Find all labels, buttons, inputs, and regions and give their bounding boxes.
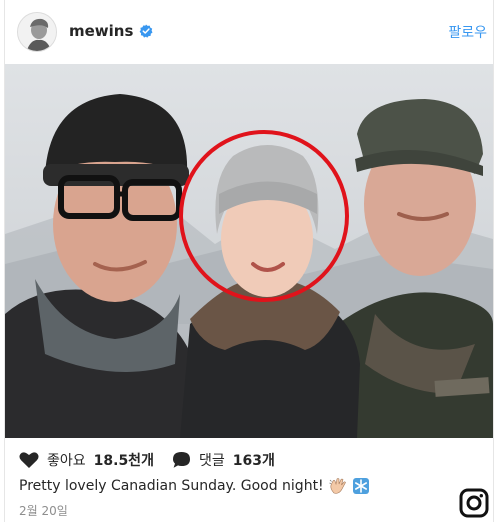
post-caption: Pretty lovely Canadian Sunday. Good nigh… bbox=[19, 477, 370, 495]
likes-count: 18.5천개 bbox=[93, 453, 154, 469]
username[interactable]: mewins bbox=[69, 22, 133, 40]
post-photo[interactable] bbox=[5, 64, 493, 438]
avatar-image bbox=[18, 13, 56, 51]
instagram-logo-icon[interactable] bbox=[459, 488, 489, 518]
like-stat[interactable]: 좋아요 18.5천개 bbox=[19, 450, 154, 470]
comments-label: 댓글 bbox=[198, 453, 225, 469]
follow-button[interactable]: 팔로우 bbox=[448, 22, 487, 42]
comment-stat[interactable]: 댓글 163개 bbox=[172, 450, 275, 470]
verified-badge-icon bbox=[140, 24, 153, 38]
waving-hand-icon bbox=[329, 478, 346, 494]
post-header: mewins 팔로우 bbox=[5, 0, 493, 64]
post-date: 2월 20일 bbox=[19, 504, 68, 518]
heart-icon[interactable] bbox=[19, 451, 39, 469]
avatar[interactable] bbox=[17, 12, 57, 52]
comment-bubble-icon[interactable] bbox=[172, 451, 191, 469]
post-actions: 좋아요 18.5천개 댓글 163개 bbox=[19, 450, 293, 470]
photo-illustration bbox=[5, 64, 493, 438]
username-group: mewins bbox=[69, 22, 153, 40]
caption-text: Pretty lovely Canadian Sunday. Good nigh… bbox=[19, 478, 324, 494]
snowflake-icon bbox=[352, 478, 369, 494]
instagram-post-card: mewins 팔로우 좋아요 18.5천개 댓글 163개 Pretty lov… bbox=[4, 0, 494, 522]
comments-count: 163개 bbox=[232, 453, 275, 469]
likes-label: 좋아요 bbox=[47, 453, 86, 469]
